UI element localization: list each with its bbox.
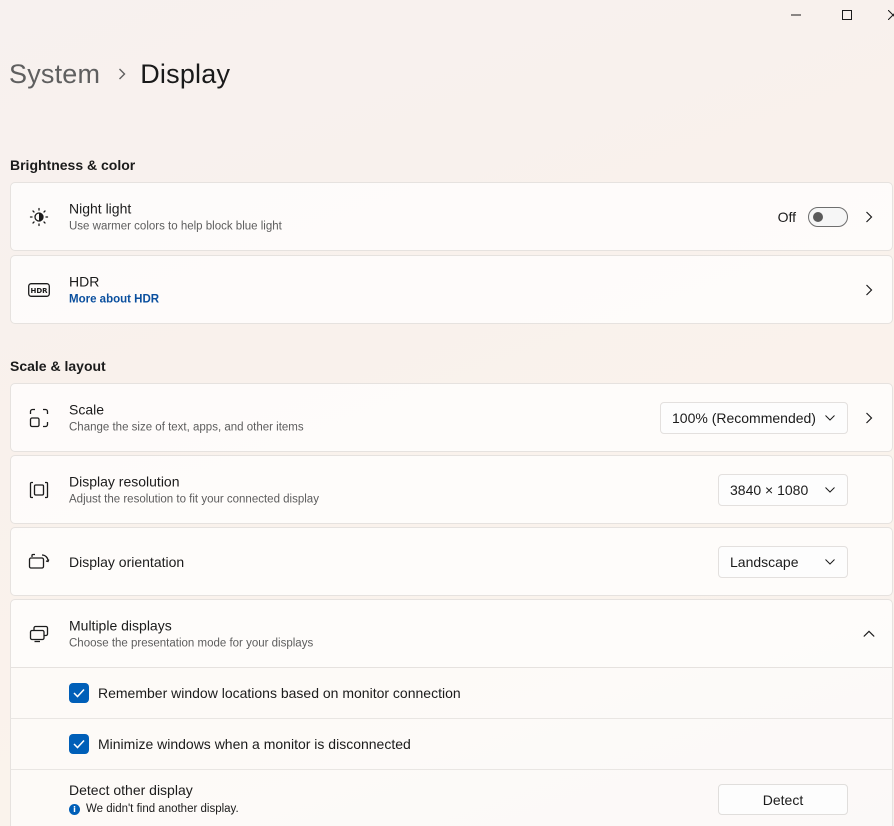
night-light-state-label: Off [777, 208, 796, 225]
display-orientation-title: Display orientation [69, 553, 185, 570]
hdr-title: HDR [69, 273, 100, 289]
hdr-icon: HDR [28, 279, 50, 301]
multiple-displays-title: Multiple displays [69, 617, 172, 633]
display-resolution-subtitle: Adjust the resolution to fit your connec… [69, 493, 319, 505]
remember-window-locations-checkbox[interactable] [69, 683, 89, 703]
night-light-title: Night light [69, 200, 132, 216]
page-title: Display [140, 58, 231, 89]
chevron-up-icon[interactable] [862, 627, 876, 641]
minimize-windows-label: Minimize windows when a monitor is disco… [98, 736, 411, 752]
breadcrumb-system-link[interactable]: System [9, 59, 100, 90]
detect-button[interactable]: Detect [718, 784, 848, 815]
chevron-down-icon [825, 558, 835, 565]
resolution-icon [28, 479, 50, 501]
scale-dropdown[interactable]: 100% (Recommended) [660, 401, 848, 434]
scale-subtitle: Change the size of text, apps, and other… [69, 421, 304, 433]
multiple-displays-subtitle: Choose the presentation mode for your di… [69, 637, 314, 649]
breadcrumb: System Display [9, 55, 230, 93]
remember-window-locations-row: Remember window locations based on monit… [10, 668, 893, 719]
orientation-value: Landscape [730, 553, 799, 570]
resolution-dropdown[interactable]: 3840 × 1080 [718, 473, 848, 506]
minimize-button[interactable] [773, 0, 819, 30]
checkmark-icon [73, 688, 85, 698]
multiple-displays-icon [28, 623, 50, 645]
chevron-right-icon [862, 210, 876, 224]
chevron-down-icon [825, 414, 835, 421]
checkmark-icon [73, 739, 85, 749]
night-light-card[interactable]: Night light Use warmer colors to help bl… [10, 182, 893, 251]
hdr-card[interactable]: HDR HDR More about HDR [10, 255, 893, 324]
toggle-knob [813, 211, 823, 222]
chevron-down-icon [825, 486, 835, 493]
minimize-icon [791, 10, 801, 20]
svg-text:HDR: HDR [30, 287, 48, 295]
orientation-dropdown[interactable]: Landscape [718, 545, 848, 578]
brightness-icon [28, 206, 50, 228]
detect-other-display-title: Detect other display [69, 782, 193, 798]
display-resolution-card: Display resolution Adjust the resolution… [10, 455, 893, 524]
scale-title: Scale [69, 401, 105, 417]
display-orientation-card: Display orientation Landscape [10, 527, 893, 596]
multiple-displays-card[interactable]: Multiple displays Choose the presentatio… [10, 599, 893, 668]
close-button[interactable] [870, 0, 894, 30]
remember-window-locations-label: Remember window locations based on monit… [98, 685, 461, 701]
scale-icon [28, 407, 50, 429]
detect-info-text: We didn't find another display. [86, 803, 239, 815]
night-light-toggle[interactable] [808, 206, 848, 227]
chevron-right-icon [862, 283, 876, 297]
section-title-scale-layout: Scale & layout [10, 358, 106, 374]
section-title-brightness: Brightness & color [10, 157, 136, 173]
maximize-button[interactable] [824, 0, 870, 30]
resolution-value: 3840 × 1080 [730, 481, 809, 498]
close-icon [888, 10, 894, 20]
detect-other-display-row: Detect other display i We didn't find an… [10, 770, 893, 826]
minimize-windows-checkbox[interactable] [69, 734, 89, 754]
chevron-right-icon [118, 68, 126, 80]
maximize-icon [842, 10, 852, 20]
display-resolution-title: Display resolution [69, 473, 180, 489]
more-about-hdr-link[interactable]: More about HDR [69, 291, 159, 307]
night-light-subtitle: Use warmer colors to help block blue lig… [69, 220, 282, 232]
chevron-right-icon [862, 411, 876, 425]
orientation-icon [28, 551, 50, 573]
scale-card[interactable]: Scale Change the size of text, apps, and… [10, 383, 893, 452]
info-icon: i [69, 803, 80, 815]
scale-value: 100% (Recommended) [672, 409, 816, 426]
minimize-windows-row: Minimize windows when a monitor is disco… [10, 719, 893, 770]
